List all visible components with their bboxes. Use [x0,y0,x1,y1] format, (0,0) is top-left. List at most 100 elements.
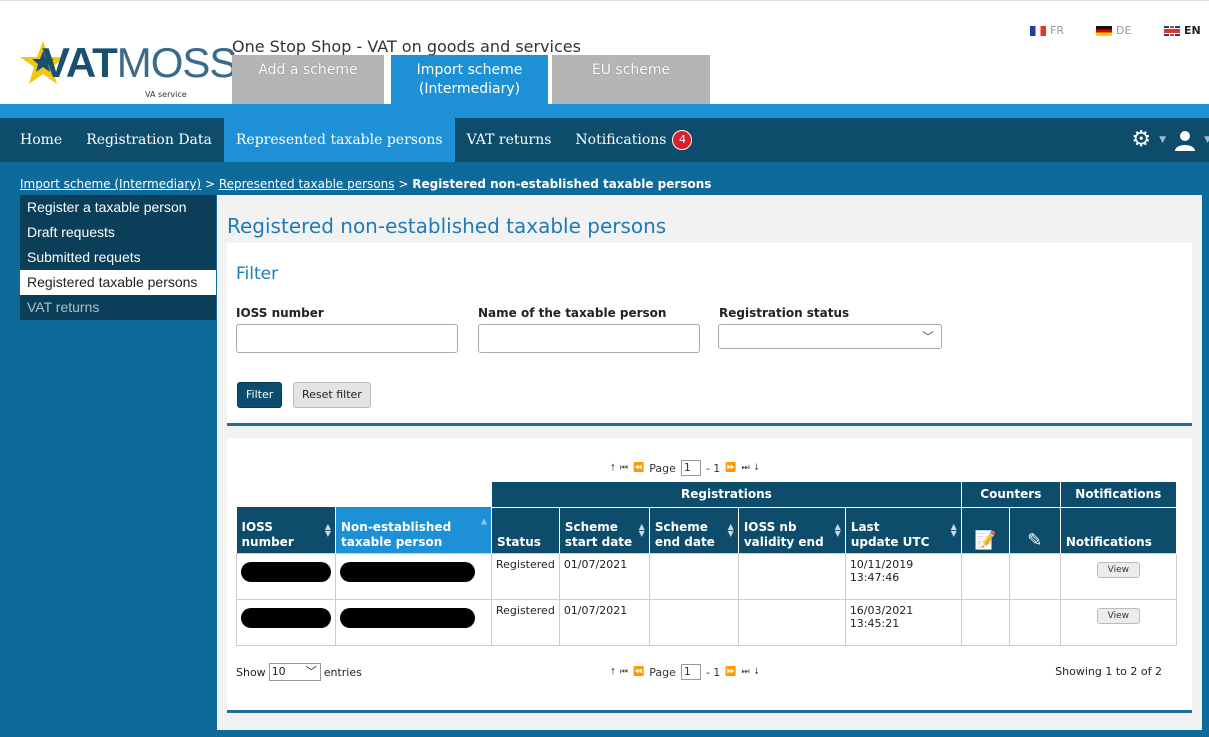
column-header-last-update[interactable]: Last update UTC ▲ ▼ [845,507,962,553]
filter-panel: Filter IOSS number Name of the taxable p… [227,243,1192,426]
previous-page-icon[interactable]: ⏪ [633,667,644,677]
group-header-registrations: Registrations [491,482,962,508]
table-row: Registered 01/07/2021 16/03/2021 13:45:2… [236,598,1177,646]
language-de[interactable]: DE [1096,24,1131,37]
first-page-icon[interactable]: ⏮ [620,667,628,677]
sort-icon: ▲ ▼ [950,522,957,538]
redacted-value [340,561,475,582]
cell-validity-end [737,598,846,646]
view-button[interactable]: View [1096,561,1140,578]
reset-filter-button[interactable]: Reset filter [293,382,371,408]
sort-down-arrow-icon[interactable]: 🠗 [755,664,759,680]
cell-notifications: View [1059,598,1177,646]
tab-eu-scheme[interactable]: EU scheme [552,55,710,104]
column-header-ioss-validity-end[interactable]: IOSS nb validity end ▲ ▼ [738,507,846,553]
notifications-count-badge: 4 [672,130,693,150]
cell-counter-payments [1008,598,1061,646]
page-total: - 1 [705,665,721,679]
taxable-person-name-label: Name of the taxable person [478,306,667,320]
cell-counter-notes [960,598,1010,646]
breadcrumb-import-scheme[interactable]: Import scheme (Intermediary) [20,177,201,191]
ioss-number-input[interactable] [236,324,458,353]
column-header-taxable-person[interactable]: Non-established taxable person ▲ [335,507,492,553]
sort-up-arrow-icon[interactable]: 🠕 [611,460,615,476]
sidebar-item-draft-requests[interactable]: Draft requests [20,220,216,245]
last-page-icon[interactable]: ⏭ [742,463,750,473]
sort-down-arrow-icon[interactable]: 🠗 [755,460,759,476]
pagination-bottom: 🠕 ⏮ ⏪ Page 1 - 1 ⏩ ⏭ 🠗 [611,664,759,680]
sidebar-item-register-taxable-person[interactable]: Register a taxable person [20,195,216,220]
registrations-table: Registrations Counters Notifications IOS… [236,482,1177,646]
cell-ioss-number [236,598,336,646]
cell-status: Registered [491,598,560,646]
first-page-icon[interactable]: ⏮ [620,463,628,473]
filter-button[interactable]: Filter [237,382,283,408]
tab-import-scheme-intermediary[interactable]: Import scheme (Intermediary) [391,55,548,104]
sidebar-item-submitted-requests[interactable]: Submitted requets [20,245,216,270]
registration-status-label: Registration status [719,306,850,320]
chevron-down-icon[interactable]: ▼ [1159,135,1166,145]
language-fr[interactable]: FR [1030,24,1064,37]
cell-end-date [648,598,739,646]
gear-icon[interactable]: ⚙ [1131,118,1151,162]
pagination-top: 🠕 ⏮ ⏪ Page 1 - 1 ⏩ ⏭ 🠗 [611,460,759,476]
next-page-icon[interactable]: ⏩ [725,667,736,677]
nav-represented-taxable-persons[interactable]: Represented taxable persons [223,118,455,162]
entries-per-page-select[interactable]: 10 ﹀ [268,663,321,681]
cell-taxable-person [335,552,492,600]
nav-home[interactable]: Home [0,118,74,162]
last-page-icon[interactable]: ⏭ [742,667,750,677]
page-number-input[interactable]: 1 [680,460,701,476]
germany-flag-icon [1096,25,1112,36]
cell-start-date: 01/07/2021 [558,598,650,646]
page-title: Registered non-established taxable perso… [227,214,667,238]
filter-title: Filter [236,264,279,284]
column-header-scheme-end-date[interactable]: Scheme end date ▲ ▼ [649,507,739,553]
table-header-spacer [236,482,492,507]
cell-taxable-person [335,598,492,646]
results-count: Showing 1 to 2 of 2 [1055,665,1162,678]
breadcrumb-separator: > [398,177,409,191]
taxable-person-name-input[interactable] [478,324,700,353]
column-header-ioss-number[interactable]: IOSS number ▲ ▼ [236,507,336,553]
main-panel: Registered non-established taxable perso… [217,195,1202,730]
column-header-counter-notes: 📝 [961,507,1010,553]
cell-notifications: View [1059,552,1177,600]
cell-counter-notes [960,552,1010,600]
page-number-input[interactable]: 1 [680,664,701,680]
previous-page-icon[interactable]: ⏪ [633,463,644,473]
nav-registration-data[interactable]: Registration Data [74,118,224,162]
tab-add-a-scheme[interactable]: Add a scheme [232,55,384,104]
nav-notifications[interactable]: Notifications 4 [563,118,704,162]
sidebar-item-registered-taxable-persons[interactable]: Registered taxable persons [20,270,216,295]
breadcrumb-current: Registered non-established taxable perso… [412,177,712,191]
sort-icon: ▲ ▼ [834,522,841,538]
language-en[interactable]: EN [1164,24,1201,37]
chevron-down-icon[interactable]: ▼ [1204,135,1209,145]
cell-last-update: 10/11/2019 13:47:46 [844,552,962,600]
breadcrumb-represented-taxable-persons[interactable]: Represented taxable persons [219,177,395,191]
page-size-control: Show 10 ﹀ entries [236,663,362,681]
breadcrumb-separator: > [204,177,215,191]
main-navigation: Home Registration Data Represented taxab… [0,118,1209,162]
sort-icon: ▲ ▼ [324,521,331,538]
nav-vat-returns[interactable]: VAT returns [455,118,564,162]
group-header-counters: Counters [961,482,1061,508]
column-header-counter-payments: ✎ [1009,507,1061,553]
registration-status-select[interactable]: ﹀ [718,324,942,349]
nav-tools: ⚙ ▼ ▼ [1131,118,1209,162]
sidebar-item-vat-returns: VAT returns [20,295,216,320]
entries-label: entries [323,665,362,679]
redacted-value [340,607,475,628]
cell-end-date [648,552,739,600]
vatmoss-logo[interactable]: VATMOSS VA service [8,31,237,101]
table-row: Registered 01/07/2021 10/11/2019 13:47:4… [236,552,1177,600]
sort-up-arrow-icon[interactable]: 🠕 [611,664,615,680]
user-icon[interactable] [1174,129,1196,151]
column-header-scheme-start-date[interactable]: Scheme start date ▲ ▼ [559,507,650,553]
next-page-icon[interactable]: ⏩ [725,463,736,473]
header-accent-bar [0,104,1209,119]
page-label: Page [649,461,676,475]
sort-icon: ▲ ▼ [638,522,645,538]
view-button[interactable]: View [1096,607,1140,624]
